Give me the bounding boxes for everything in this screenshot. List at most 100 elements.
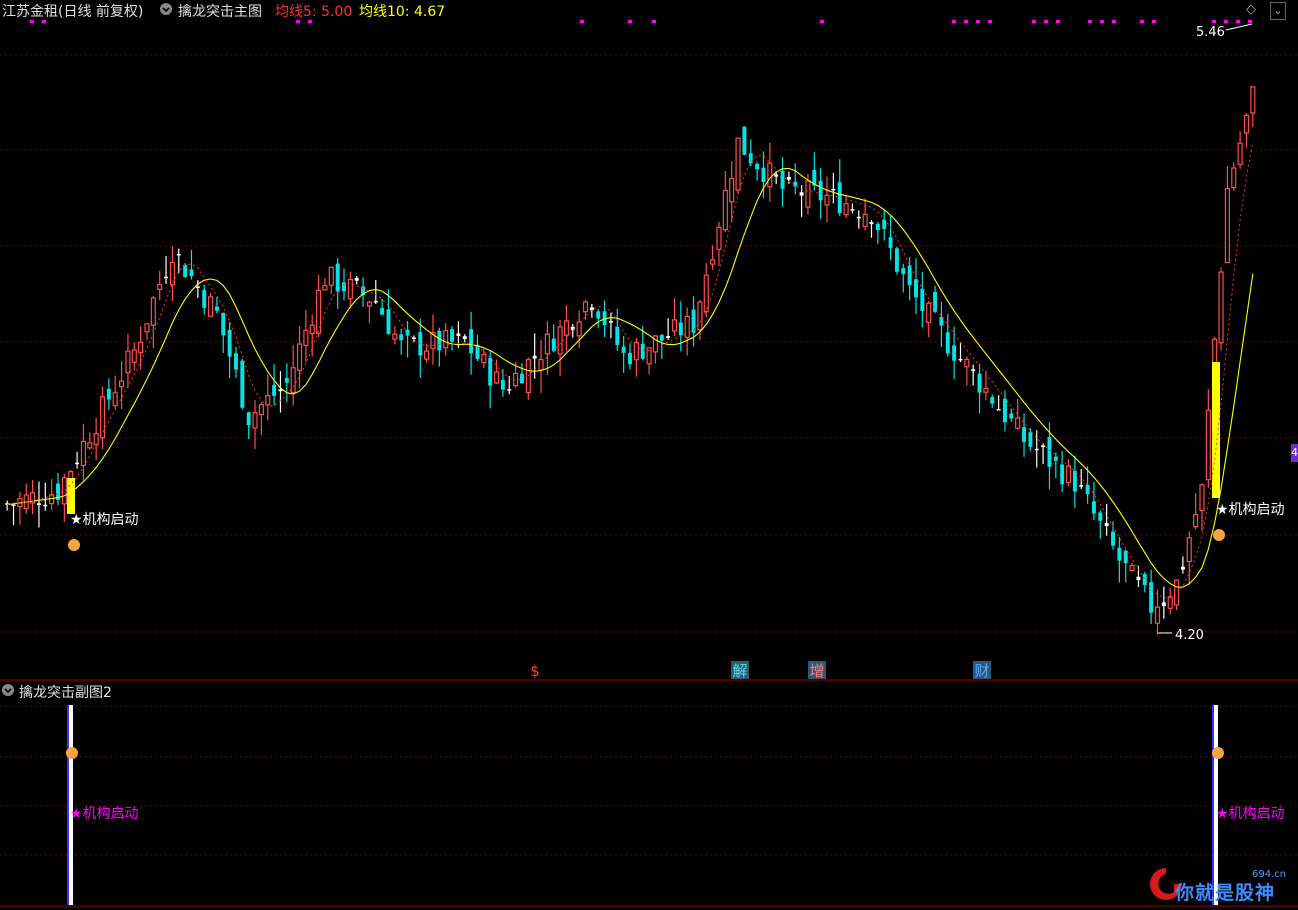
candle-body	[1065, 465, 1072, 484]
ma10-label: 均线10: 4.67	[359, 4, 446, 20]
candle-body	[106, 388, 111, 400]
sub-signal-label: ★机构启动	[1216, 806, 1285, 822]
candle-body	[488, 357, 493, 386]
candle-body	[666, 335, 671, 338]
candle-body	[755, 163, 760, 170]
candle-body	[195, 286, 200, 289]
signal-dot	[1224, 20, 1228, 23]
candle-body	[399, 334, 404, 341]
signal-dot	[1100, 20, 1104, 23]
candle-body	[1009, 413, 1014, 419]
candle-body	[75, 462, 80, 465]
sub-panel-signal-bars	[67, 705, 1218, 905]
candle-body	[493, 371, 500, 384]
signal-dot	[1044, 20, 1048, 23]
signal-dot	[1212, 20, 1216, 23]
candle-body	[1237, 142, 1243, 166]
candle-body	[563, 320, 570, 336]
candle-body	[424, 350, 430, 360]
signal-label: ★机构启动	[70, 512, 139, 528]
candle-body	[342, 282, 346, 292]
collapse-icon[interactable]: ⌄	[1270, 2, 1286, 20]
sub-signal-bar-edge	[1212, 705, 1214, 905]
candle-body	[710, 259, 716, 265]
candle-body	[246, 412, 251, 426]
candle-body	[671, 319, 678, 332]
indicator-menu-icon[interactable]	[158, 0, 174, 20]
candle-body	[119, 380, 125, 388]
signal-dot	[964, 20, 968, 23]
candle-body	[971, 369, 976, 372]
candle-body	[1154, 606, 1161, 624]
candle-body	[1053, 456, 1058, 461]
candle-body	[252, 412, 258, 429]
signal-dot	[652, 20, 656, 23]
moving-average-lines	[7, 142, 1254, 599]
ma5-label: 均线5: 5.00	[275, 4, 353, 20]
candle-body	[1231, 167, 1237, 189]
candle-body	[284, 378, 289, 383]
candle-body	[615, 326, 620, 345]
main-indicator-title[interactable]: 擒龙突击主图	[178, 1, 262, 21]
candle-body	[990, 397, 995, 404]
candle-body	[862, 213, 868, 228]
candle-body	[1186, 537, 1192, 563]
candle-body	[780, 170, 785, 189]
signal-dot	[1088, 20, 1092, 23]
signal-dot	[976, 20, 980, 23]
candle-body	[983, 387, 989, 393]
candle-body	[786, 177, 791, 180]
candle-body	[278, 389, 283, 392]
candle-body	[532, 355, 537, 359]
candle-body	[164, 276, 169, 279]
candle-body	[882, 219, 887, 229]
candle-body	[189, 269, 194, 277]
main-chart[interactable]: ★机构启动 ★机构启动 ★机构启动 ★机构启动 5.46 4.20 $ 解 增 财	[0, 0, 1298, 910]
candle-body	[824, 194, 830, 206]
candle-body	[1250, 86, 1256, 114]
candle-body	[1193, 513, 1199, 528]
diamond-icon[interactable]: ◇	[1244, 2, 1258, 18]
candle-body	[80, 440, 87, 467]
candle-body	[1022, 427, 1027, 442]
signal-dot	[1032, 20, 1036, 23]
candle-body	[469, 329, 474, 354]
candle-body	[1104, 523, 1109, 526]
candle-body	[659, 334, 664, 341]
signal-dot	[580, 20, 584, 23]
candle-body	[697, 301, 703, 331]
candle-body	[856, 216, 861, 219]
candle-body	[456, 333, 461, 336]
sub-panel-title[interactable]: 擒龙突击副图2	[19, 682, 112, 702]
sub-panel-menu-icon[interactable]	[0, 681, 16, 701]
stock-name[interactable]: 江苏金租(日线 前复权)	[2, 1, 143, 21]
hand-pointer-icon	[1213, 529, 1225, 541]
watermark-text: 你就是股神	[1175, 882, 1276, 904]
candle-body	[1085, 485, 1090, 495]
candle-body	[1142, 574, 1147, 585]
candle-body	[977, 373, 982, 393]
candle-body	[411, 337, 416, 339]
candle-body	[258, 404, 264, 416]
candle-body	[221, 312, 226, 336]
candle-body	[380, 308, 385, 315]
candle-body	[1180, 566, 1185, 570]
candle-body	[576, 321, 582, 337]
candle-body	[1047, 437, 1052, 467]
candle-body	[265, 395, 271, 406]
signal-label: ★机构启动	[1216, 502, 1285, 518]
candle-body	[386, 309, 391, 334]
event-marker: $	[530, 662, 540, 680]
candle-body	[596, 311, 601, 319]
candle-body	[507, 389, 512, 391]
candle-body	[551, 338, 556, 351]
candle-body	[640, 343, 645, 359]
candle-body	[392, 333, 398, 340]
candle-body	[933, 292, 938, 312]
candle-body	[888, 237, 893, 248]
signal-bar	[1212, 362, 1220, 498]
candle-body	[462, 336, 467, 340]
candle-body	[735, 137, 741, 191]
candle-body	[61, 477, 67, 505]
candle-body	[914, 279, 918, 298]
